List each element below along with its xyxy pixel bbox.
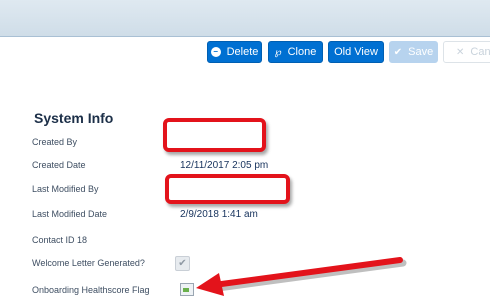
annotation-arrow-icon [196,257,407,296]
